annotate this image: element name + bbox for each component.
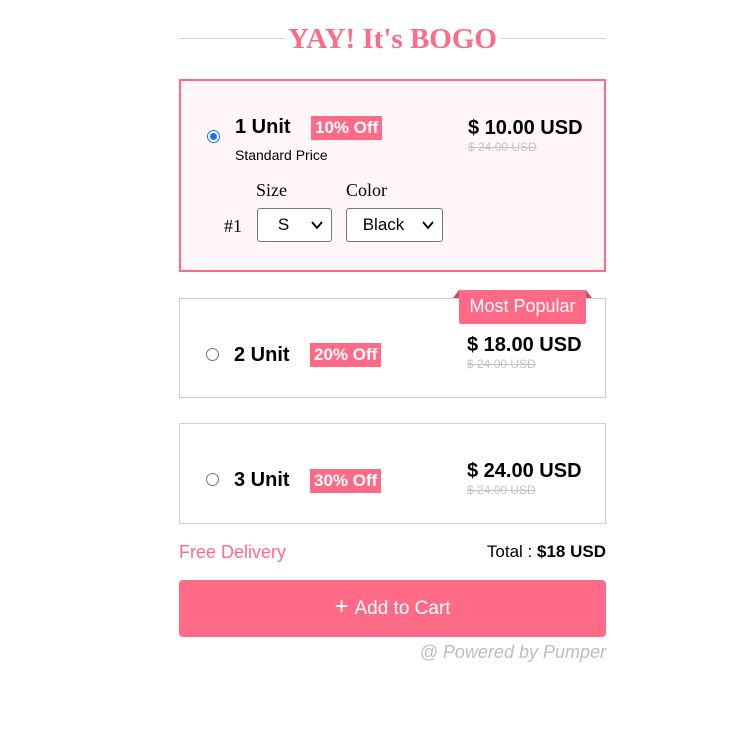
size-select[interactable]: S: [257, 208, 332, 242]
option-unit-label: 2 Unit: [234, 344, 290, 366]
color-label: Color: [346, 180, 388, 200]
option-price: $ 24.00 USD: [467, 460, 582, 482]
plus-icon: +: [334, 593, 349, 620]
discount-badge: 10% Off: [311, 116, 383, 140]
color-select[interactable]: Black: [346, 208, 443, 242]
option-radio-3[interactable]: [206, 473, 219, 486]
chevron-down-icon: [422, 221, 434, 230]
ribbon-label: Most Popular: [469, 296, 576, 316]
option-subtitle: Standard Price: [235, 147, 328, 163]
variant-index: #1: [224, 216, 242, 236]
most-popular-ribbon: Most Popular: [453, 290, 592, 324]
option-old-price: $ 24.00 USD: [467, 357, 536, 371]
title-divider-right: [500, 38, 606, 39]
title-row: YAY! It's BOGO: [179, 21, 606, 57]
total-value: $18 USD: [537, 542, 606, 561]
option-radio-2[interactable]: [206, 348, 219, 361]
powered-by: @ Powered by Pumper: [419, 642, 606, 662]
discount-badge: 30% Off: [310, 469, 382, 493]
option-price: $ 18.00 USD: [467, 334, 582, 356]
total-label: Total :: [486, 542, 538, 561]
option-unit-label: 1 Unit: [235, 116, 291, 138]
page-title: YAY! It's BOGO: [288, 23, 497, 55]
option-unit-label: 3 Unit: [234, 469, 290, 491]
discount-badge: 20% Off: [310, 343, 382, 367]
color-select-value: Black: [362, 215, 405, 234]
option-old-price: $ 24.00 USD: [467, 483, 536, 497]
option-price: $ 10.00 USD: [468, 117, 583, 139]
size-label: Size: [256, 180, 287, 200]
add-to-cart-button[interactable]: + Add to Cart: [179, 580, 606, 637]
add-to-cart-label: Add to Cart: [354, 598, 451, 619]
chevron-down-icon: [311, 221, 323, 230]
free-delivery-label: Free Delivery: [179, 542, 287, 562]
option-old-price: $ 24.00 USD: [468, 140, 537, 154]
option-card-1-unit[interactable]: 1 Unit 10% Off $ 10.00 USD $ 24.00 USD S…: [179, 79, 606, 272]
order-total: Total : $18 USD: [487, 541, 606, 563]
size-select-value: S: [277, 215, 290, 234]
option-card-3-unit[interactable]: 3 Unit 30% Off $ 24.00 USD $ 24.00 USD: [179, 423, 606, 524]
ribbon-fold-right: [586, 290, 592, 298]
option-radio-1[interactable]: [207, 130, 220, 143]
